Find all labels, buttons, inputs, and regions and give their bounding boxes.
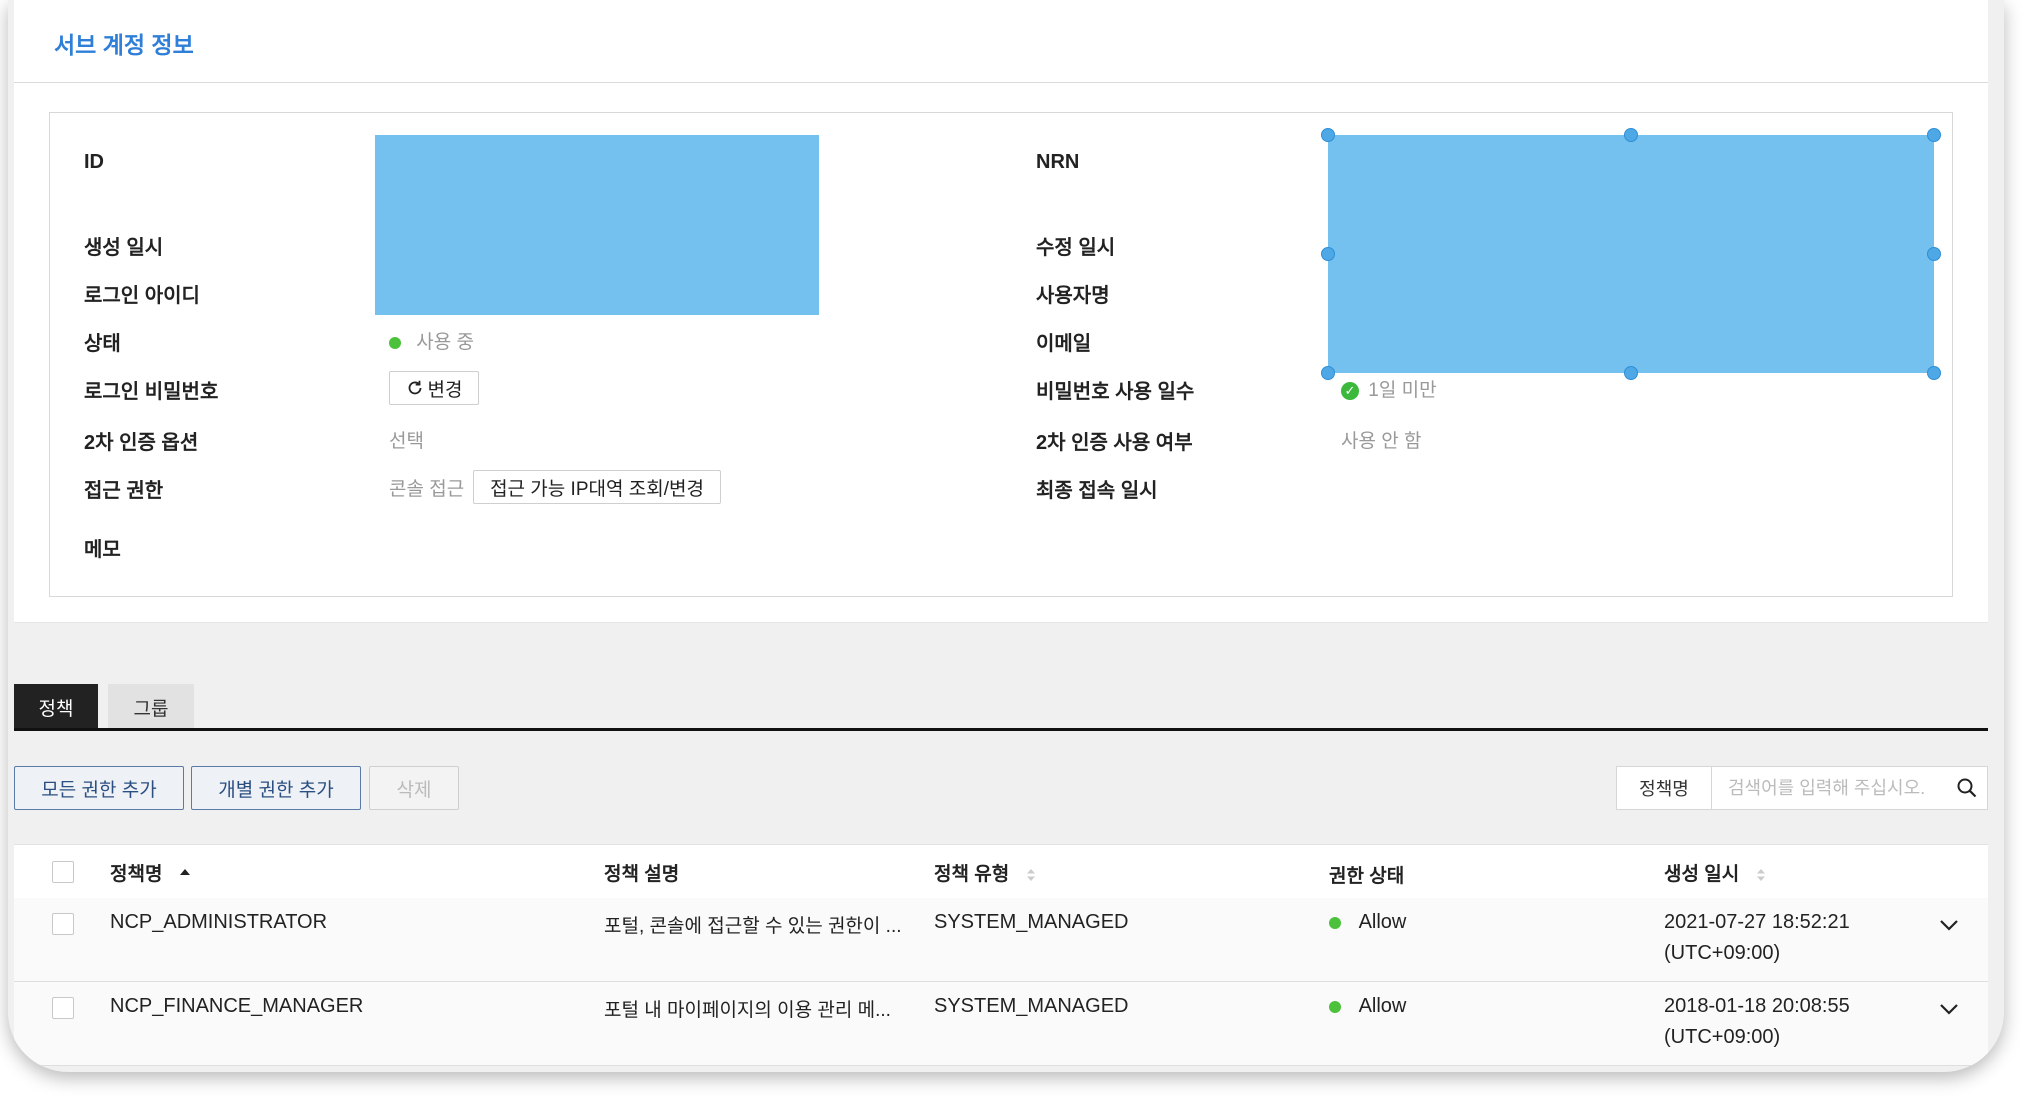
- search-icon[interactable]: [1947, 767, 1987, 809]
- search-category-select[interactable]: 정책명: [1617, 767, 1712, 809]
- delete-button[interactable]: 삭제: [369, 766, 459, 810]
- label-login-password: 로그인 비밀번호: [84, 381, 219, 403]
- subaccount-info-card: 서브 계정 정보 ID 생성 일시 로그인 아이디 상태 로그인 비밀번호 2차…: [14, 0, 1988, 623]
- browser-frame: 서브 계정 정보 ID 생성 일시 로그인 아이디 상태 로그인 비밀번호 2차…: [8, 0, 2004, 1072]
- table-header: 정책명 정책 설명 정책 유형 권한 상태 생성 일시: [14, 844, 1988, 899]
- label-created: 생성 일시: [84, 237, 164, 259]
- resize-handle-tl[interactable]: [1321, 128, 1335, 142]
- permission-status-text: Allow: [1358, 995, 1407, 1017]
- status-value: 사용 중: [389, 327, 474, 354]
- resize-handle-mr[interactable]: [1927, 247, 1941, 261]
- label-login-id: 로그인 아이디: [84, 285, 200, 307]
- info-box: ID 생성 일시 로그인 아이디 상태 로그인 비밀번호 2차 인증 옵션 접근…: [49, 112, 1953, 597]
- sort-asc-icon[interactable]: [178, 866, 190, 884]
- table-row[interactable]: NCP_ADMINISTRATOR 포털, 콘솔에 접근할 수 있는 권한이 .…: [14, 898, 1988, 982]
- header-policy-name-label: 정책명: [110, 864, 163, 885]
- policy-name: NCP_ADMINISTRATOR: [110, 911, 328, 933]
- password-days-value: ✓ 1일 미만: [1341, 375, 1437, 402]
- permission-status: Allow: [1329, 911, 1406, 934]
- policy-description: 포털 내 마이페이지의 이용 관리 메...: [604, 1000, 891, 1021]
- header-policy-name[interactable]: 정책명: [110, 859, 190, 886]
- header-created-label: 생성 일시: [1664, 864, 1740, 885]
- created-timezone: (UTC+09:00): [1664, 942, 1781, 964]
- change-password-button[interactable]: 변경: [389, 371, 479, 405]
- resize-handle-br[interactable]: [1927, 366, 1941, 380]
- select-all-checkbox[interactable]: [52, 861, 74, 883]
- created-timezone: (UTC+09:00): [1664, 1026, 1781, 1048]
- resize-handle-ml[interactable]: [1321, 247, 1335, 261]
- add-individual-permission-button[interactable]: 개별 권한 추가: [191, 766, 361, 810]
- header-policy-type-label: 정책 유형: [934, 864, 1010, 885]
- title-divider: [14, 82, 1988, 83]
- header-created[interactable]: 생성 일시: [1664, 859, 1766, 886]
- search-input[interactable]: [1712, 767, 1947, 809]
- sort-icon[interactable]: [1754, 866, 1766, 884]
- policy-type: SYSTEM_MANAGED: [934, 995, 1129, 1017]
- resize-handle-bl[interactable]: [1321, 366, 1335, 380]
- header-policy-description: 정책 설명: [604, 864, 680, 885]
- label-username: 사용자명: [1036, 285, 1110, 307]
- allow-dot-icon: [1329, 916, 1341, 929]
- chevron-down-icon[interactable]: [1938, 1002, 1960, 1016]
- label-nrn: NRN: [1036, 151, 1080, 173]
- tab-policy[interactable]: 정책: [14, 684, 98, 730]
- created-date: 2021-07-27 18:52:21: [1664, 911, 1850, 933]
- permission-status: Allow: [1329, 995, 1406, 1018]
- sort-icon[interactable]: [1024, 866, 1036, 884]
- search-bar: 정책명: [1616, 766, 1988, 810]
- tab-underline: [14, 728, 1988, 731]
- chevron-down-icon[interactable]: [1938, 918, 1960, 932]
- label-mfa-option: 2차 인증 옵션: [84, 432, 199, 454]
- label-access: 접근 권한: [84, 480, 164, 502]
- created-date: 2018-01-18 20:08:55: [1664, 995, 1850, 1017]
- label-mfa-used: 2차 인증 사용 여부: [1036, 432, 1193, 454]
- label-modified: 수정 일시: [1036, 237, 1116, 259]
- permission-status-text: Allow: [1358, 911, 1407, 933]
- status-text: 사용 중: [416, 332, 475, 353]
- ip-range-button[interactable]: 접근 가능 IP대역 조회/변경: [473, 470, 721, 504]
- label-password-days: 비밀번호 사용 일수: [1036, 381, 1195, 403]
- mfa-used-value: 사용 안 함: [1341, 431, 1422, 452]
- card-title: 서브 계정 정보: [54, 32, 194, 58]
- add-all-permissions-button[interactable]: 모든 권한 추가: [14, 766, 184, 810]
- row-checkbox[interactable]: [52, 997, 74, 1019]
- check-circle-icon: ✓: [1341, 381, 1359, 400]
- label-email: 이메일: [1036, 333, 1092, 355]
- redaction-mask-right: [1328, 135, 1934, 373]
- label-status: 상태: [84, 333, 121, 355]
- tab-group[interactable]: 그룹: [108, 684, 194, 730]
- label-last-access: 최종 접속 일시: [1036, 480, 1158, 502]
- table-row[interactable]: NCP_FINANCE_MANAGER 포털 내 마이페이지의 이용 관리 메.…: [14, 982, 1988, 1066]
- resize-handle-bc[interactable]: [1624, 366, 1638, 380]
- resize-handle-tc[interactable]: [1624, 128, 1638, 142]
- refresh-icon: [406, 379, 424, 397]
- change-button-label: 변경: [427, 379, 463, 401]
- policy-type: SYSTEM_MANAGED: [934, 911, 1129, 933]
- resize-handle-tr[interactable]: [1927, 128, 1941, 142]
- row-checkbox[interactable]: [52, 913, 74, 935]
- access-type: 콘솔 접근: [389, 479, 465, 500]
- status-dot-icon: [389, 336, 401, 349]
- policy-description: 포털, 콘솔에 접근할 수 있는 권한이 ...: [604, 916, 902, 937]
- password-days-text: 1일 미만: [1368, 380, 1437, 401]
- header-policy-type[interactable]: 정책 유형: [934, 859, 1036, 886]
- policy-name: NCP_FINANCE_MANAGER: [110, 995, 364, 1017]
- header-permission-status: 권한 상태: [1329, 866, 1405, 887]
- policy-table: 정책명 정책 설명 정책 유형 권한 상태 생성 일시 NCP_ADMINIST…: [14, 844, 1988, 1066]
- label-id: ID: [84, 151, 104, 173]
- allow-dot-icon: [1329, 1000, 1341, 1013]
- redaction-mask-left: [375, 135, 819, 315]
- mfa-option-select[interactable]: 선택: [389, 426, 424, 453]
- label-memo: 메모: [84, 539, 121, 561]
